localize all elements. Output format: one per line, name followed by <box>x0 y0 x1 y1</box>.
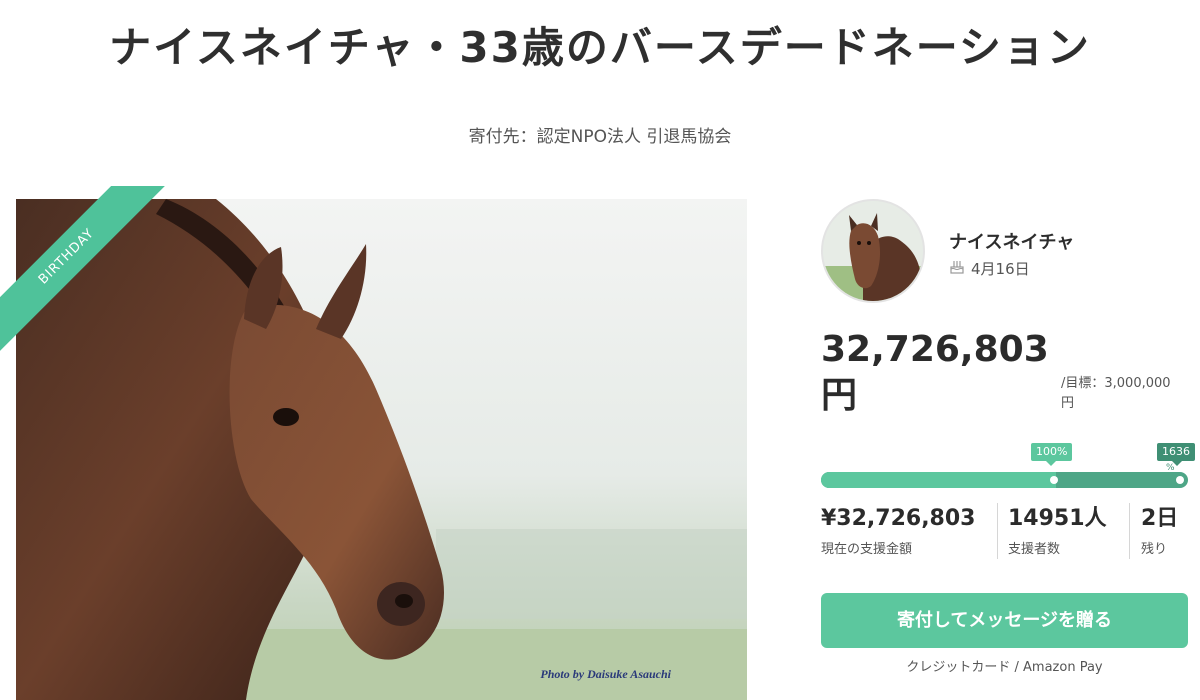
birthday-ribbon: BIRTHDAY <box>0 186 175 361</box>
progress-marker-total: 1636 <box>1157 443 1195 461</box>
amount-raised: 32,726,803 <box>821 329 1049 370</box>
birthday-ribbon-label: BIRTHDAY <box>0 186 169 359</box>
stat-amount-value: ¥32,726,803 <box>821 506 976 531</box>
progress-dot-current <box>1176 476 1184 484</box>
recipient-text: 寄付先：認定NPO法人 引退馬協会 <box>468 127 732 147</box>
horse-name[interactable]: ナイスネイチャ <box>949 228 1074 254</box>
goal-line-2: 円 <box>1061 396 1075 411</box>
photo-credit: Photo by Daisuke Asauchi <box>540 667 671 681</box>
stat-divider <box>997 503 998 559</box>
horse-avatar-illustration <box>823 201 923 301</box>
progress-bar-fill <box>821 472 1056 488</box>
progress-marker-100: 100% <box>1031 443 1073 461</box>
avatar[interactable] <box>821 199 925 303</box>
progress-bar <box>821 472 1188 488</box>
stat-remaining-label: 残り <box>1141 542 1168 557</box>
stat-supporters-label: 支援者数 <box>1008 542 1061 557</box>
stat-remaining: 2日 残り <box>1141 504 1178 557</box>
cake-icon <box>949 259 965 279</box>
stat-divider <box>1129 503 1130 559</box>
goal-line-1: /目標：3,000,000 <box>1061 376 1171 391</box>
stat-remaining-value: 2日 <box>1141 506 1179 531</box>
goal-amount: /目標：3,000,000 円 <box>1061 374 1171 414</box>
payment-methods: クレジットカード / Amazon Pay <box>906 660 1103 675</box>
donate-button[interactable]: 寄付してメッセージを贈る <box>821 593 1188 648</box>
birthday-row: 4月16日 <box>949 258 1030 279</box>
progress-marker-100-arrow <box>1046 461 1056 466</box>
progress-dot-goal <box>1050 476 1058 484</box>
stat-amount: ¥32,726,803 現在の支援金額 <box>821 504 975 557</box>
birthday-date: 4月16日 <box>971 260 1030 278</box>
stat-supporters-value: 14951人 <box>1008 506 1107 531</box>
stat-supporters: 14951人 支援者数 <box>1008 504 1107 557</box>
page-title: ナイスネイチャ・33歳のバースデードネーション <box>109 23 1091 72</box>
amount-unit: 円 <box>821 375 858 416</box>
stat-amount-label: 現在の支援金額 <box>821 542 913 557</box>
